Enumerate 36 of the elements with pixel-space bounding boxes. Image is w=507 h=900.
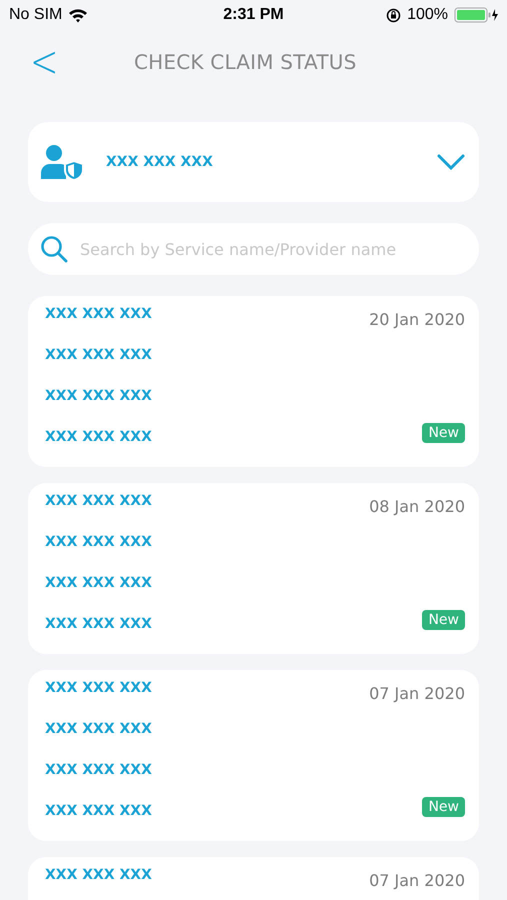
claim-date: 07 Jan 2020 xyxy=(369,684,465,703)
battery-charging-icon xyxy=(454,7,498,23)
claim-date: 08 Jan 2020 xyxy=(369,497,465,516)
claim-detail: XXX XXX XXX xyxy=(45,534,153,550)
claim-detail: XXX XXX XXX xyxy=(45,493,153,509)
claim-detail: XXX XXX XXX xyxy=(45,347,153,363)
claim-card[interactable]: XXX XXX XXX 07 Jan 2020 xyxy=(28,857,479,900)
claim-card[interactable]: XXX XXX XXX XXX XXX XXX XXX XXX XXX XXX XXX XXX 08 Jan 2020 New xyxy=(28,483,479,654)
claim-detail: XXX XXX XXX xyxy=(45,575,153,591)
member-dropdown[interactable]: XXX XXX XXX xyxy=(28,122,479,202)
claim-detail: XXX XXX XXX xyxy=(45,721,153,737)
battery-percent: 100% xyxy=(407,6,448,24)
claim-detail: XXX XXX XXX xyxy=(45,867,153,883)
rotation-lock-icon xyxy=(386,8,402,22)
carrier-label: No SIM xyxy=(9,6,62,24)
status-badge: New xyxy=(422,797,465,817)
search-icon xyxy=(40,235,68,263)
claim-detail: XXX XXX XXX xyxy=(45,616,153,632)
back-button[interactable]: < xyxy=(30,36,56,88)
claim-detail: XXX XXX XXX xyxy=(45,429,153,445)
status-badge: New xyxy=(422,610,465,630)
claim-detail: XXX XXX XXX xyxy=(45,803,153,819)
claim-date: 07 Jan 2020 xyxy=(369,871,465,890)
claim-detail: XXX XXX XXX xyxy=(45,306,153,322)
claim-detail: XXX XXX XXX xyxy=(45,388,153,404)
claim-date: 20 Jan 2020 xyxy=(369,310,465,329)
user-shield-icon xyxy=(40,144,84,180)
claim-detail: XXX XXX XXX xyxy=(45,680,153,696)
status-time: 2:31 PM xyxy=(222,6,285,24)
wifi-icon xyxy=(68,8,88,22)
claim-card[interactable]: XXX XXX XXX XXX XXX XXX XXX XXX XXX XXX XXX XXX 20 Jan 2020 New xyxy=(28,296,479,467)
status-badge: New xyxy=(422,423,465,443)
member-name: XXX XXX XXX xyxy=(106,154,214,170)
claim-card[interactable]: XXX XXX XXX XXX XXX XXX XXX XXX XXX XXX XXX XXX 07 Jan 2020 New xyxy=(28,670,479,841)
page-title: CHECK CLAIM STATUS xyxy=(134,50,356,74)
claim-detail: XXX XXX XXX xyxy=(45,762,153,778)
